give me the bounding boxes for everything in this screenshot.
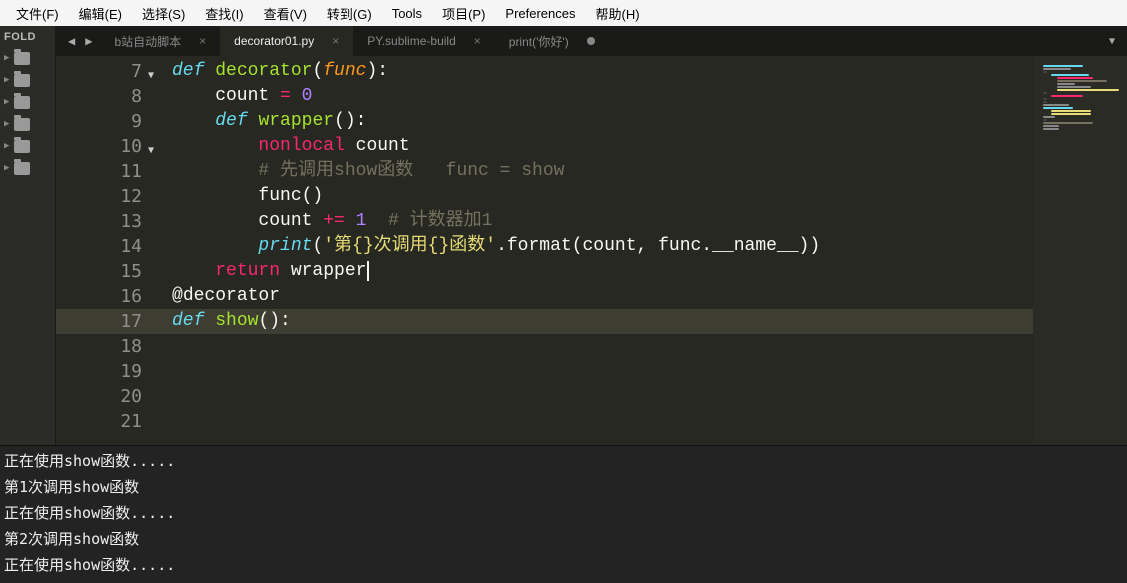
close-icon[interactable]: × — [474, 34, 481, 48]
console-line: 正在使用show函数..... — [4, 552, 1123, 578]
close-icon[interactable]: × — [199, 34, 206, 48]
folder-item[interactable]: ▶ — [0, 157, 55, 179]
tab-0[interactable]: b站自动脚本 × — [100, 26, 220, 56]
tab-overflow-icon[interactable]: ▼ — [1097, 26, 1127, 56]
chevron-right-icon: ▶ — [4, 141, 12, 151]
menu-help[interactable]: 帮助(H) — [586, 2, 650, 25]
folder-icon — [14, 162, 30, 175]
nav-next-icon[interactable]: ▶ — [85, 34, 92, 48]
chevron-right-icon: ▶ — [4, 119, 12, 129]
menu-tools[interactable]: Tools — [382, 4, 432, 23]
console-line: 第2次调用show函数 — [4, 526, 1123, 552]
tab-1[interactable]: decorator01.py × — [220, 26, 353, 56]
console-line: 第3次调用show函数 — [4, 578, 1123, 583]
close-icon[interactable]: × — [332, 34, 339, 48]
console-line: 第1次调用show函数 — [4, 474, 1123, 500]
tab-bar: ◀ ▶ b站自动脚本×decorator01.py×PY.sublime-bui… — [56, 26, 1127, 56]
folder-item[interactable]: ▶ — [0, 113, 55, 135]
tab-2[interactable]: PY.sublime-build × — [353, 26, 495, 56]
dirty-indicator-icon — [587, 37, 595, 45]
folder-item[interactable]: ▶ — [0, 47, 55, 69]
folder-item[interactable]: ▶ — [0, 69, 55, 91]
folder-icon — [14, 74, 30, 87]
menu-goto[interactable]: 转到(G) — [317, 2, 382, 25]
tab-label: PY.sublime-build — [367, 34, 456, 48]
chevron-right-icon: ▶ — [4, 163, 12, 173]
console-line: 正在使用show函数..... — [4, 500, 1123, 526]
folder-sidebar: FOLD ▶ ▶ ▶ ▶ ▶ ▶ — [0, 26, 56, 445]
folder-item[interactable]: ▶ — [0, 135, 55, 157]
folder-icon — [14, 118, 30, 131]
code-area[interactable]: def decorator(func): count = 0 def wrapp… — [156, 56, 1033, 445]
nav-prev-icon[interactable]: ◀ — [68, 34, 75, 48]
menu-project[interactable]: 项目(P) — [432, 2, 495, 25]
folder-icon — [14, 52, 30, 65]
folder-icon — [14, 96, 30, 109]
line-gutter: 7▼8910▼1112131415161718192021 — [56, 56, 156, 445]
tab-label: decorator01.py — [234, 34, 314, 48]
text-cursor — [367, 261, 369, 281]
menu-select[interactable]: 选择(S) — [132, 2, 195, 25]
tab-label: b站自动脚本 — [114, 33, 181, 50]
menu-find[interactable]: 查找(I) — [195, 2, 253, 25]
chevron-right-icon: ▶ — [4, 75, 12, 85]
menu-view[interactable]: 查看(V) — [254, 2, 317, 25]
menu-file[interactable]: 文件(F) — [6, 2, 69, 25]
menu-edit[interactable]: 编辑(E) — [69, 2, 132, 25]
folder-item[interactable]: ▶ — [0, 91, 55, 113]
chevron-right-icon: ▶ — [4, 97, 12, 107]
sidebar-header: FOLD — [0, 26, 55, 47]
folder-icon — [14, 140, 30, 153]
chevron-right-icon: ▶ — [4, 53, 12, 63]
console-line: 正在使用show函数..... — [4, 448, 1123, 474]
tab-3[interactable]: print('你好') — [495, 26, 609, 56]
menu-bar: 文件(F) 编辑(E) 选择(S) 查找(I) 查看(V) 转到(G) Tool… — [0, 0, 1127, 26]
fold-icon[interactable]: ▼ — [148, 138, 154, 163]
minimap[interactable] — [1033, 56, 1127, 445]
output-console[interactable]: 正在使用show函数.....第1次调用show函数正在使用show函数....… — [0, 445, 1127, 583]
menu-preferences[interactable]: Preferences — [495, 4, 585, 23]
code-editor[interactable]: 7▼8910▼1112131415161718192021 def decora… — [56, 56, 1127, 445]
tab-label: print('你好') — [509, 33, 569, 50]
fold-icon[interactable]: ▼ — [148, 63, 154, 88]
